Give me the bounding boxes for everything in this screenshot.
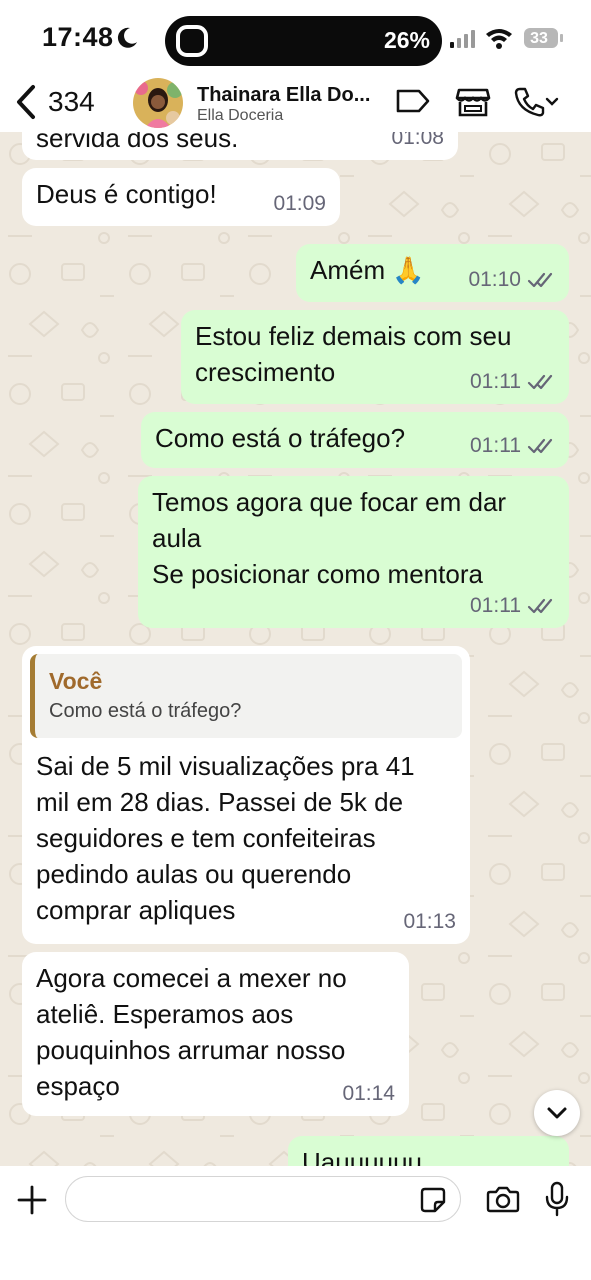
message-meta: 01:11 (470, 588, 555, 624)
phone-icon[interactable] (512, 86, 560, 118)
status-bar: 17:48 26% 33 (0, 0, 591, 80)
signal-icon (450, 30, 475, 48)
message-incoming-reply[interactable]: Você Como está o tráfego? Sai de 5 mil v… (22, 646, 470, 944)
message-incoming[interactable]: Agora comecei a mexer no ateliê. Esperam… (22, 952, 409, 1116)
message-meta: 01:08 (391, 132, 444, 156)
read-receipt-icon (527, 598, 553, 614)
message-text: Agora comecei a mexer no ateliê. Esperam… (36, 963, 347, 1101)
message-text: Uauuuuuu (302, 1147, 422, 1166)
sticker-icon[interactable] (419, 1186, 447, 1214)
back-button[interactable]: 334 (14, 80, 95, 124)
moon-icon (117, 27, 137, 48)
message-time: 01:08 (391, 132, 444, 149)
message-meta: 01:11 (470, 428, 555, 464)
message-outgoing[interactable]: Uauuuuuu (288, 1136, 569, 1166)
quote-author: Você (49, 668, 103, 694)
message-incoming[interactable]: servida dos seus. 01:08 (22, 132, 458, 160)
chat-area[interactable]: servida dos seus. 01:08 Deus é contigo! … (0, 132, 591, 1166)
microphone-icon[interactable] (544, 1181, 570, 1217)
scroll-down-button[interactable] (534, 1090, 580, 1136)
label-icon[interactable] (395, 86, 431, 116)
quote-text: Como está o tráfego? (49, 700, 242, 722)
message-outgoing[interactable]: Amém 🙏 01:10 (296, 244, 569, 302)
message-text: Sai de 5 mil visualizações pra 41 mil em… (36, 751, 415, 925)
unread-count: 334 (48, 86, 95, 117)
chat-header: 334 Thainara Ella Do... Ella Doceria (0, 78, 591, 132)
message-input[interactable] (65, 1176, 461, 1222)
input-bar (0, 1166, 591, 1280)
avatar[interactable] (133, 78, 183, 128)
message-time: 01:13 (403, 910, 456, 933)
message-meta: 01:13 (403, 904, 456, 940)
message-meta: 01:14 (342, 1076, 395, 1112)
message-outgoing[interactable]: Temos agora que focar em dar aula Se pos… (138, 476, 569, 628)
store-icon[interactable] (455, 86, 491, 118)
message-time: 01:11 (470, 434, 521, 457)
message-time: 01:11 (470, 370, 521, 393)
wifi-icon (486, 29, 512, 49)
message-text: servida dos seus. (36, 132, 239, 153)
island-percent: 26% (383, 27, 430, 53)
dynamic-island: 26% (165, 16, 442, 66)
read-receipt-icon (527, 374, 553, 390)
message-time: 01:09 (273, 192, 326, 215)
app-logo-icon (176, 25, 208, 57)
camera-icon[interactable] (486, 1184, 520, 1214)
message-time: 01:14 (342, 1082, 395, 1105)
message-meta: 01:11 (470, 364, 555, 400)
contact-name[interactable]: Thainara Ella Do... (197, 84, 377, 107)
read-receipt-icon (527, 272, 553, 288)
back-chevron-icon (17, 85, 35, 119)
quoted-message[interactable]: Você Como está o tráfego? (30, 654, 462, 738)
status-time: 17:48 (42, 22, 114, 52)
battery-level: 33 (530, 30, 548, 47)
contact-subtitle: Ella Doceria (197, 107, 284, 124)
message-outgoing[interactable]: Estou feliz demais com seu crescimento 0… (181, 310, 569, 404)
message-text: Temos agora que focar em dar aula Se pos… (152, 487, 507, 589)
message-time: 01:11 (470, 594, 521, 617)
message-outgoing[interactable]: Como está o tráfego? 01:11 (141, 412, 569, 468)
read-receipt-icon (527, 438, 553, 454)
message-time: 01:10 (468, 268, 521, 291)
message-meta: 01:10 (468, 262, 555, 298)
plus-icon[interactable] (16, 1184, 48, 1216)
message-meta: 01:09 (273, 186, 326, 222)
message-incoming[interactable]: Deus é contigo! 01:09 (22, 168, 340, 226)
chevron-down-icon (547, 1107, 567, 1119)
